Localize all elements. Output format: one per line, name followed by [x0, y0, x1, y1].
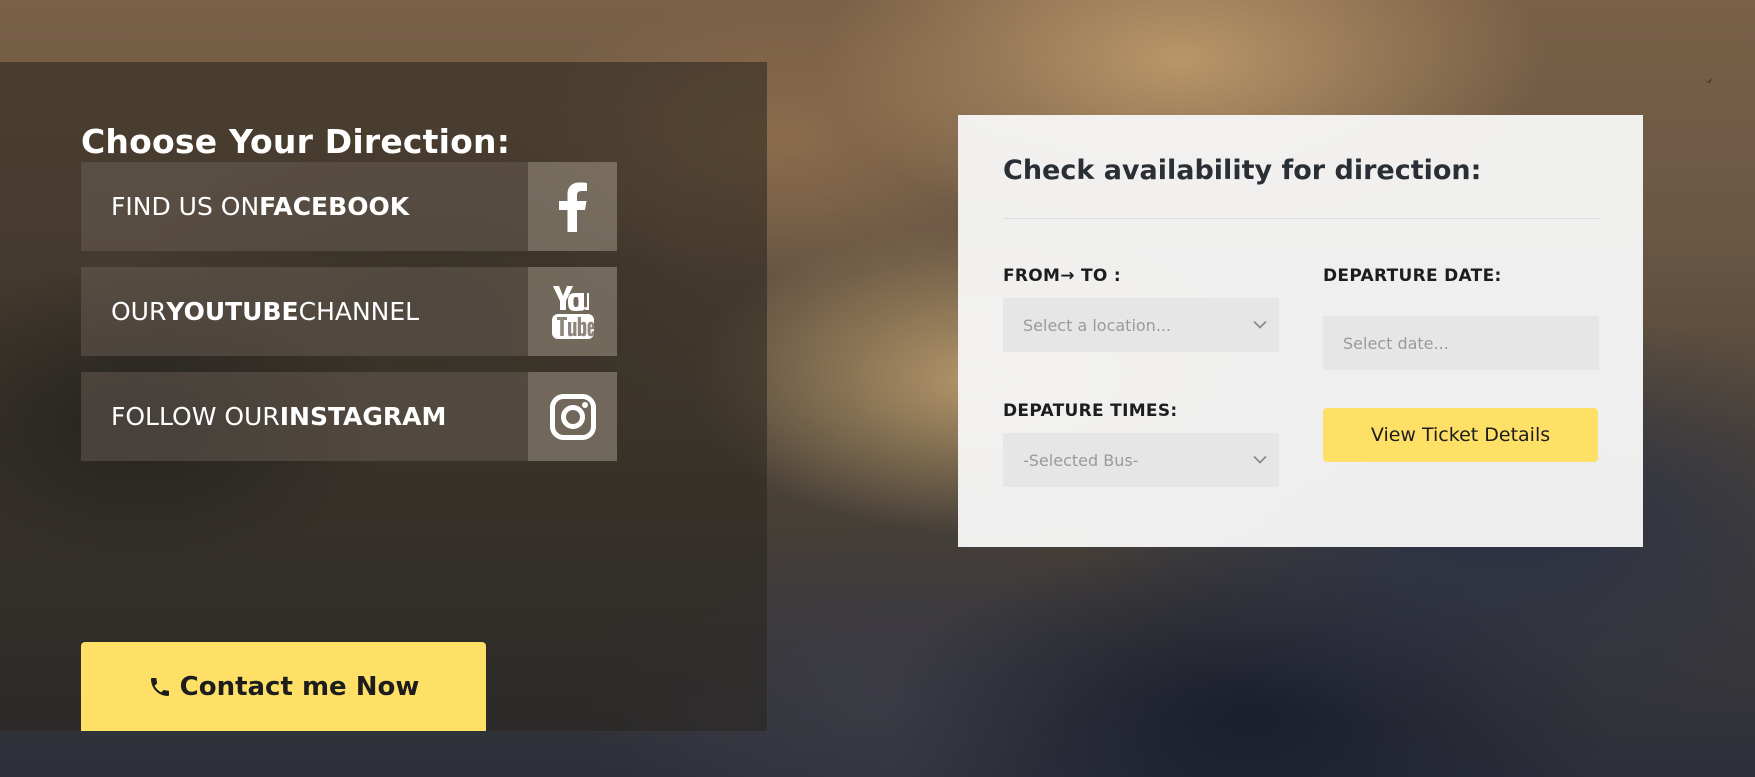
- facebook-label-strong: FACEBOOK: [259, 192, 410, 221]
- chevron-down-icon: [1253, 455, 1267, 464]
- youtube-link[interactable]: OUR YOUTUBE CHANNEL: [81, 267, 617, 356]
- panel-title: Choose Your Direction:: [81, 122, 511, 161]
- instagram-label: FOLLOW OUR INSTAGRAM: [81, 372, 528, 461]
- facebook-icon-box: [528, 162, 617, 251]
- location-select-value: Select a location...: [1023, 315, 1172, 335]
- phone-icon: [150, 677, 169, 696]
- instagram-icon-box: [528, 372, 617, 461]
- bird-silhouette: [1703, 78, 1713, 83]
- youtube-label: OUR YOUTUBE CHANNEL: [81, 267, 528, 356]
- youtube-label-suffix: CHANNEL: [298, 297, 420, 326]
- availability-card: Check availability for direction: FROM→ …: [958, 115, 1643, 547]
- location-select[interactable]: Select a location...: [1003, 298, 1279, 352]
- facebook-label-prefix: FIND US ON: [111, 192, 260, 221]
- youtube-icon: [551, 285, 594, 339]
- contact-button[interactable]: Contact me Now: [81, 642, 486, 731]
- instagram-label-prefix: FOLLOW OUR: [111, 402, 280, 431]
- youtube-icon-box: [528, 267, 617, 356]
- availability-title: Check availability for direction:: [1003, 155, 1482, 186]
- youtube-label-prefix: OUR: [111, 297, 167, 326]
- facebook-link[interactable]: FIND US ON FACEBOOK: [81, 162, 617, 251]
- direction-panel: Choose Your Direction: FIND US ON FACEBO…: [0, 62, 767, 731]
- instagram-icon: [549, 393, 596, 440]
- youtube-label-strong: YOUTUBE: [166, 297, 299, 326]
- instagram-link[interactable]: FOLLOW OUR INSTAGRAM: [81, 372, 617, 461]
- date-input[interactable]: Select date...: [1323, 316, 1599, 370]
- availability-divider: [1003, 218, 1599, 219]
- date-input-value: Select date...: [1343, 333, 1449, 353]
- bus-select-value: -Selected Bus-: [1023, 450, 1139, 470]
- contact-button-label: Contact me Now: [179, 671, 420, 702]
- facebook-label: FIND US ON FACEBOOK: [81, 162, 528, 251]
- instagram-label-strong: INSTAGRAM: [279, 402, 447, 431]
- bus-select[interactable]: -Selected Bus-: [1003, 433, 1279, 487]
- view-ticket-button[interactable]: View Ticket Details: [1323, 408, 1598, 462]
- departure-date-label: DEPARTURE DATE:: [1323, 266, 1502, 286]
- facebook-icon: [558, 182, 587, 232]
- chevron-down-icon: [1253, 320, 1267, 329]
- from-to-label: FROM→ TO :: [1003, 266, 1121, 286]
- departure-times-label: DEPATURE TIMES:: [1003, 401, 1178, 421]
- hero-section: Choose Your Direction: FIND US ON FACEBO…: [0, 0, 1755, 777]
